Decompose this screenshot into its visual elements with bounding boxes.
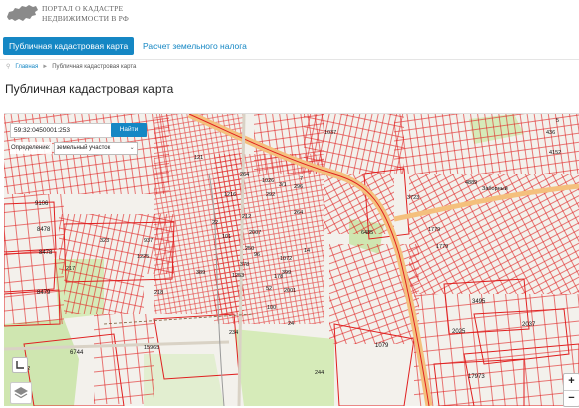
parcel-label: 1253: [232, 273, 244, 279]
zoom-in-button[interactable]: +: [564, 374, 579, 391]
parcel-label: 17973: [468, 374, 485, 380]
chevron-down-icon: ⌄: [129, 145, 135, 151]
parcel-label: 6485: [361, 230, 373, 236]
parcel-label: 1779: [428, 227, 440, 233]
fullscreen-icon: [16, 361, 24, 369]
parcel-label: Заборный: [482, 185, 508, 192]
parcel-label: 52: [266, 286, 272, 292]
parcel-label: 378: [240, 262, 249, 268]
layers-icon: [14, 387, 28, 399]
definition-label: Определение:: [10, 142, 52, 154]
layers-button[interactable]: [10, 382, 32, 404]
tab-land-tax-calculation[interactable]: Расчет земельного налога: [137, 37, 253, 55]
map-canvas[interactable]: 9106 8478 8479 8478 6744 937 323 1225 38…: [4, 114, 579, 406]
parcel-label: 5: [556, 118, 559, 124]
cadastral-map[interactable]: 9106 8478 8479 8478 6744 937 323 1225 38…: [4, 113, 579, 406]
parcel-label: 264: [240, 172, 249, 178]
parcel-label: 9106: [35, 201, 49, 207]
definition-row: Определение: земельный участок ⌄: [10, 142, 138, 155]
parcel-label: 399: [282, 270, 291, 276]
parcel-label: 8478: [39, 250, 53, 256]
parcel-label: 436: [546, 130, 555, 136]
russia-map-icon[interactable]: [5, 3, 39, 30]
page-title: Публичная кадастровая карта: [5, 82, 174, 96]
tab-public-cadastral-map[interactable]: Публичная кадастровая карта: [3, 37, 135, 55]
logo-line-2: НЕДВИЖИМОСТИ В РФ: [42, 14, 129, 23]
parcel-label: 234: [229, 330, 238, 336]
parcel-label: 1079: [375, 343, 389, 349]
parcel-label: 1779: [436, 244, 448, 250]
parcel-label: 3/1: [279, 182, 287, 188]
parcel-label: 1225: [137, 254, 149, 260]
breadcrumb-current: Публичная кадастровая карта: [52, 64, 137, 70]
parcel-label: 178: [274, 274, 283, 280]
parcel-label: 292: [266, 192, 275, 198]
definition-select[interactable]: земельный участок ⌄: [53, 142, 138, 155]
parcel-label: 2037: [522, 322, 536, 328]
parcel-label: 6744: [70, 350, 84, 356]
parcel-label: 218: [154, 290, 163, 296]
find-button[interactable]: Найти: [111, 123, 147, 137]
site-header: ПОРТАЛ О КАДАСТРЕ НЕДВИЖИМОСТИ В РФ: [0, 0, 579, 34]
parcel-label: 8479: [37, 290, 51, 296]
logo-text[interactable]: ПОРТАЛ О КАДАСТРЕ НЕДВИЖИМОСТИ В РФ: [42, 4, 129, 24]
breadcrumb-home-link[interactable]: Главная: [15, 64, 38, 70]
parcel-label: 937: [144, 238, 153, 244]
zoom-control: + −: [563, 373, 579, 407]
parcel-label: 22: [212, 220, 218, 226]
parcel-label: 1026: [262, 178, 274, 184]
parcel-label: 100: [267, 305, 276, 311]
parcel-label: 212: [242, 214, 251, 220]
parcel-label: 96: [254, 252, 260, 258]
parcel-label: 15965: [144, 345, 159, 351]
location-pin-icon: ⚲: [6, 64, 11, 70]
parcel-label: 8478: [37, 227, 51, 233]
parcel-label: 323: [100, 238, 109, 244]
parcel-label: 2007: [249, 230, 261, 236]
parcel-label: 1072: [280, 256, 292, 262]
parcel-label: 217: [66, 266, 75, 272]
parcel-label: 4889: [465, 180, 477, 186]
parcel-label: 244: [315, 370, 324, 376]
breadcrumb: ⚲ Главная ► Публичная кадастровая карта: [6, 63, 136, 70]
cadastral-number-search-input[interactable]: 59:32:0450001:253: [10, 123, 113, 138]
parcel-label: 24: [288, 321, 294, 327]
parcel-label: 250: [245, 246, 254, 252]
parcel-label: 3495: [472, 299, 486, 305]
definition-select-value: земельный участок: [56, 145, 111, 151]
parcel-label: 3723: [407, 195, 419, 201]
parcel-label: 14: [304, 248, 310, 254]
fullscreen-button[interactable]: [12, 357, 28, 373]
logo-line-1: ПОРТАЛ О КАДАСТРЕ: [42, 4, 124, 13]
parcel-label: 1037: [324, 130, 336, 136]
parcel-label: 2025: [452, 329, 466, 335]
parcel-label: 264: [294, 210, 303, 216]
parcel-label: 121: [194, 155, 203, 161]
parcel-label: 4152: [549, 150, 561, 156]
parcel-label: 1216: [224, 192, 236, 198]
parcel-label: 389: [196, 270, 205, 276]
breadcrumb-separator: ►: [42, 64, 49, 70]
parcel-label: 101: [222, 234, 231, 240]
parcel-label: 2001: [284, 288, 296, 294]
parcel-label: 296: [294, 184, 303, 190]
parcel-label: 7: [300, 176, 303, 182]
